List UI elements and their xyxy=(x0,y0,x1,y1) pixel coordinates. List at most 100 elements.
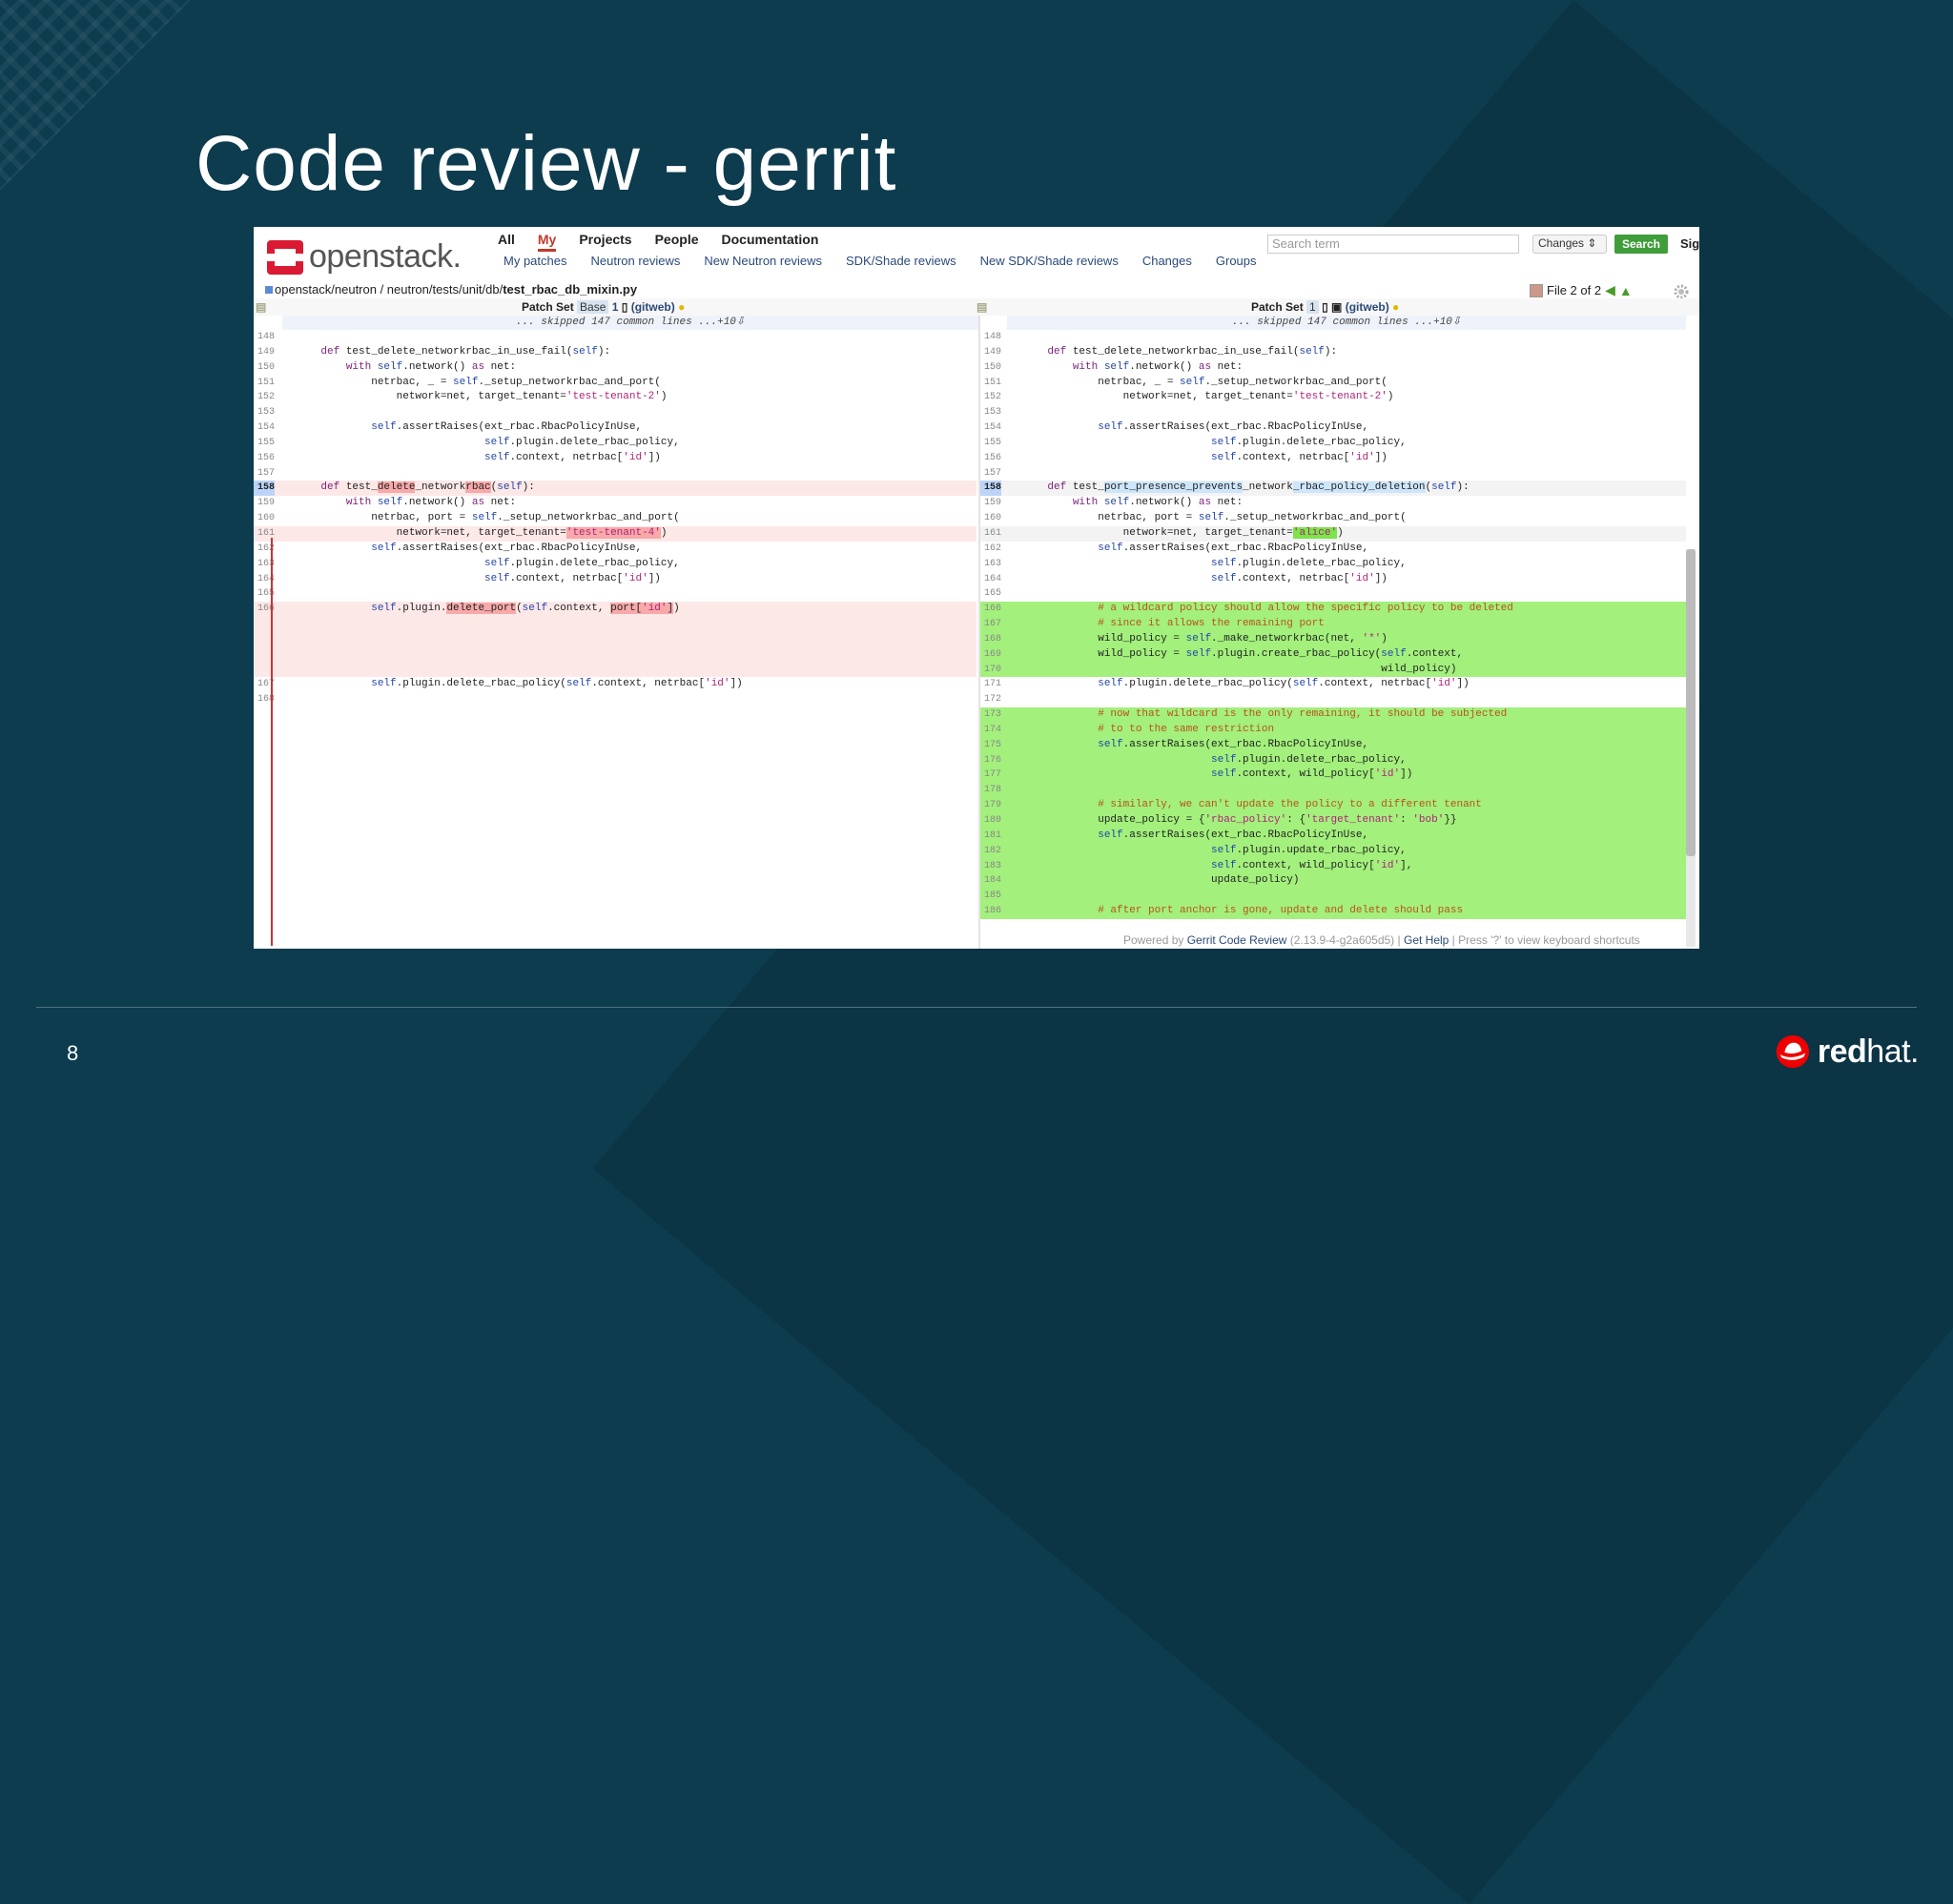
image-icon[interactable] xyxy=(1530,283,1543,297)
line-number[interactable]: 150 xyxy=(980,360,1001,376)
footer-help-link[interactable]: Get Help xyxy=(1404,933,1449,947)
line-number[interactable]: 160 xyxy=(980,511,1001,526)
patch-left-base[interactable]: Base xyxy=(577,300,609,314)
line-number[interactable]: 166 xyxy=(980,602,1001,617)
top-nav-documentation[interactable]: Documentation xyxy=(722,230,819,252)
line-number[interactable]: 177 xyxy=(980,768,1001,783)
checkbox-icon[interactable] xyxy=(265,286,273,294)
right-diff-line: 178 xyxy=(980,783,1686,799)
line-number[interactable]: 158 xyxy=(980,481,1001,497)
arrow-up-icon[interactable]: ▲ xyxy=(1619,283,1633,298)
line-number[interactable]: 174 xyxy=(980,723,1001,738)
line-number[interactable]: 182 xyxy=(980,844,1001,859)
line-number[interactable]: 151 xyxy=(980,376,1001,391)
sub-nav-neutron-reviews[interactable]: Neutron reviews xyxy=(590,254,680,268)
line-number[interactable]: 158 xyxy=(254,481,275,497)
document-icon[interactable]: ▯ xyxy=(622,300,628,314)
line-number[interactable]: 160 xyxy=(254,511,275,526)
sub-nav-new-sdk-shade-reviews[interactable]: New SDK/Shade reviews xyxy=(980,254,1119,268)
top-nav-my[interactable]: My xyxy=(537,230,557,252)
search-button[interactable]: Search xyxy=(1614,235,1668,254)
line-number[interactable]: 180 xyxy=(980,813,1001,829)
line-number[interactable]: 148 xyxy=(980,330,1001,345)
line-number[interactable]: 167 xyxy=(980,617,1001,632)
patch-right-num[interactable]: 1 xyxy=(1306,300,1319,314)
line-number[interactable]: 184 xyxy=(980,873,1001,889)
footer-product-link[interactable]: Gerrit Code Review xyxy=(1187,933,1287,947)
line-number[interactable]: 159 xyxy=(254,496,275,511)
line-number[interactable]: 171 xyxy=(980,677,1001,692)
patch-left-num[interactable]: 1 xyxy=(612,300,619,314)
bulb-icon[interactable]: ● xyxy=(678,300,685,314)
gear-icon[interactable] xyxy=(1674,284,1689,299)
sub-nav-sdk-shade-reviews[interactable]: SDK/Shade reviews xyxy=(846,254,956,268)
image-icon[interactable]: ▣ xyxy=(1331,300,1342,314)
line-number[interactable]: 169 xyxy=(980,647,1001,663)
right-diff-line: 182 self.plugin.update_rbac_policy, xyxy=(980,843,1686,859)
right-diff-line: 183 self.context, wild_policy['id'], xyxy=(980,858,1686,874)
line-number[interactable]: 157 xyxy=(980,466,1001,481)
line-number[interactable]: 149 xyxy=(254,345,275,360)
line-number[interactable]: 156 xyxy=(980,451,1001,466)
line-number[interactable]: 179 xyxy=(980,798,1001,813)
line-number[interactable]: 155 xyxy=(980,436,1001,451)
skipped-lines-right[interactable]: ... skipped 147 common lines ...+10⇩ xyxy=(1007,316,1686,330)
line-number[interactable]: 161 xyxy=(980,526,1001,542)
skipped-lines-left[interactable]: ... skipped 147 common lines ...+10⇩ xyxy=(282,316,978,330)
breadcrumb-path[interactable]: openstack/neutron / neutron/tests/unit/d… xyxy=(275,282,503,297)
line-number[interactable]: 168 xyxy=(980,632,1001,647)
line-number[interactable]: 152 xyxy=(254,390,275,405)
changes-select[interactable]: Changes ⇕ xyxy=(1532,235,1607,254)
top-nav-people[interactable]: People xyxy=(655,230,699,252)
line-number[interactable]: 181 xyxy=(980,829,1001,844)
line-number[interactable]: 148 xyxy=(254,330,275,345)
expand-left-icon[interactable]: ▤ xyxy=(256,300,266,314)
line-number[interactable]: 185 xyxy=(980,889,1001,904)
expand-right-icon[interactable]: ▤ xyxy=(976,300,987,314)
line-number[interactable]: 152 xyxy=(980,390,1001,405)
line-number[interactable]: 150 xyxy=(254,360,275,376)
line-number[interactable]: 153 xyxy=(980,405,1001,420)
scrollbar[interactable] xyxy=(1686,549,1696,947)
line-number[interactable]: 157 xyxy=(254,466,275,481)
openstack-logo[interactable]: openstack. xyxy=(267,238,462,276)
corner-pattern xyxy=(0,0,219,219)
code-text: network=net, target_tenant='test-tenant-… xyxy=(296,526,668,539)
left-diff-line: 159 with self.network() as net: xyxy=(254,496,976,511)
line-number[interactable]: 170 xyxy=(980,663,1001,678)
top-nav-all[interactable]: All xyxy=(498,230,515,252)
line-number[interactable]: 163 xyxy=(980,557,1001,572)
document-icon[interactable]: ▯ xyxy=(1322,300,1328,314)
line-number[interactable]: 149 xyxy=(980,345,1001,360)
line-number[interactable]: 153 xyxy=(254,405,275,420)
patch-right-gitweb[interactable]: (gitweb) xyxy=(1346,300,1389,314)
sub-nav-new-neutron-reviews[interactable]: New Neutron reviews xyxy=(704,254,822,268)
line-number[interactable]: 155 xyxy=(254,436,275,451)
line-number[interactable]: 173 xyxy=(980,707,1001,723)
line-number[interactable]: 183 xyxy=(980,859,1001,874)
line-number[interactable]: 156 xyxy=(254,451,275,466)
line-number[interactable]: 165 xyxy=(980,586,1001,602)
line-number[interactable]: 172 xyxy=(980,692,1001,707)
line-number[interactable]: 159 xyxy=(980,496,1001,511)
line-number[interactable]: 176 xyxy=(980,753,1001,768)
search-input[interactable]: Search term xyxy=(1267,235,1519,254)
line-number[interactable]: 164 xyxy=(980,572,1001,587)
bulb-icon[interactable]: ● xyxy=(1392,300,1399,314)
scrollbar-thumb[interactable] xyxy=(1686,549,1696,856)
patch-left-gitweb[interactable]: (gitweb) xyxy=(631,300,675,314)
right-diff-line: 150 with self.network() as net: xyxy=(980,360,1686,376)
line-number[interactable]: 154 xyxy=(254,420,275,436)
line-number[interactable]: 178 xyxy=(980,783,1001,798)
sub-nav-my-patches[interactable]: My patches xyxy=(504,254,566,268)
line-number[interactable]: 151 xyxy=(254,376,275,391)
line-number[interactable]: 186 xyxy=(980,904,1001,919)
arrow-left-icon[interactable]: ◀ xyxy=(1605,282,1615,298)
sign-in-link[interactable]: Sig xyxy=(1680,236,1699,251)
line-number[interactable]: 162 xyxy=(980,542,1001,557)
top-nav-projects[interactable]: Projects xyxy=(579,230,631,252)
line-number[interactable]: 154 xyxy=(980,420,1001,436)
line-number[interactable]: 175 xyxy=(980,738,1001,753)
sub-nav-changes[interactable]: Changes xyxy=(1142,254,1192,268)
sub-nav-groups[interactable]: Groups xyxy=(1216,254,1257,268)
